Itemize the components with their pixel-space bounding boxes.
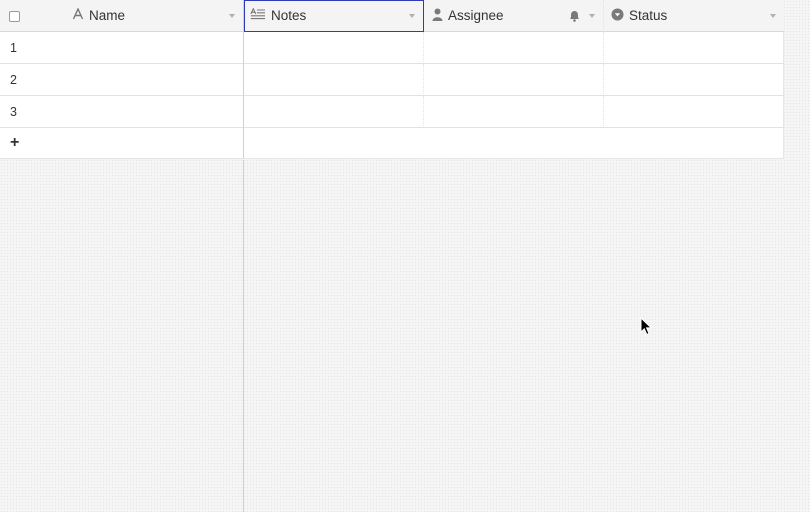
table-row[interactable]: 2 xyxy=(0,64,784,96)
column-header-label: Assignee xyxy=(448,8,504,23)
frozen-column-divider xyxy=(0,160,244,512)
column-header-notes[interactable]: Notes xyxy=(244,0,424,32)
name-cell[interactable]: 1 xyxy=(0,32,244,64)
column-header-assignee[interactable]: Assignee xyxy=(424,0,604,32)
text-field-icon xyxy=(72,7,84,23)
assignee-cell[interactable] xyxy=(424,32,604,64)
table-row[interactable]: 1 xyxy=(0,32,784,64)
column-header-label: Status xyxy=(629,8,668,23)
chevron-down-icon[interactable] xyxy=(409,14,415,18)
row-number: 3 xyxy=(10,105,17,119)
column-header-status[interactable]: Status xyxy=(604,0,784,32)
chevron-down-icon[interactable] xyxy=(770,14,776,18)
add-row[interactable]: + xyxy=(0,128,784,159)
status-cell[interactable] xyxy=(604,96,784,128)
mouse-pointer-icon xyxy=(640,316,653,339)
data-grid: Name Notes Assignee Status 1 2 3 + xyxy=(0,0,784,159)
select-all-checkbox[interactable] xyxy=(9,11,20,22)
notes-cell[interactable] xyxy=(244,96,424,128)
chevron-down-icon[interactable] xyxy=(229,14,235,18)
add-row-area[interactable] xyxy=(244,128,784,159)
notes-cell[interactable] xyxy=(244,32,424,64)
plus-icon: + xyxy=(10,134,20,151)
chevron-down-icon[interactable] xyxy=(589,14,595,18)
user-field-icon xyxy=(432,8,443,24)
column-header-label: Notes xyxy=(271,8,307,23)
column-header-name[interactable]: Name xyxy=(0,0,244,32)
name-cell[interactable]: 2 xyxy=(0,64,244,96)
table-row[interactable]: 3 xyxy=(0,96,784,128)
assignee-cell[interactable] xyxy=(424,64,604,96)
status-cell[interactable] xyxy=(604,64,784,96)
header-row: Name Notes Assignee Status xyxy=(0,0,784,32)
single-select-field-icon xyxy=(611,8,624,24)
column-header-label: Name xyxy=(89,8,126,23)
status-cell[interactable] xyxy=(604,32,784,64)
name-cell[interactable]: 3 xyxy=(0,96,244,128)
add-row-button[interactable]: + xyxy=(0,128,244,159)
long-text-field-icon xyxy=(250,7,266,23)
assignee-cell[interactable] xyxy=(424,96,604,128)
notes-cell[interactable] xyxy=(244,64,424,96)
row-number: 1 xyxy=(10,41,17,55)
bell-icon[interactable] xyxy=(569,10,580,25)
row-number: 2 xyxy=(10,73,17,87)
